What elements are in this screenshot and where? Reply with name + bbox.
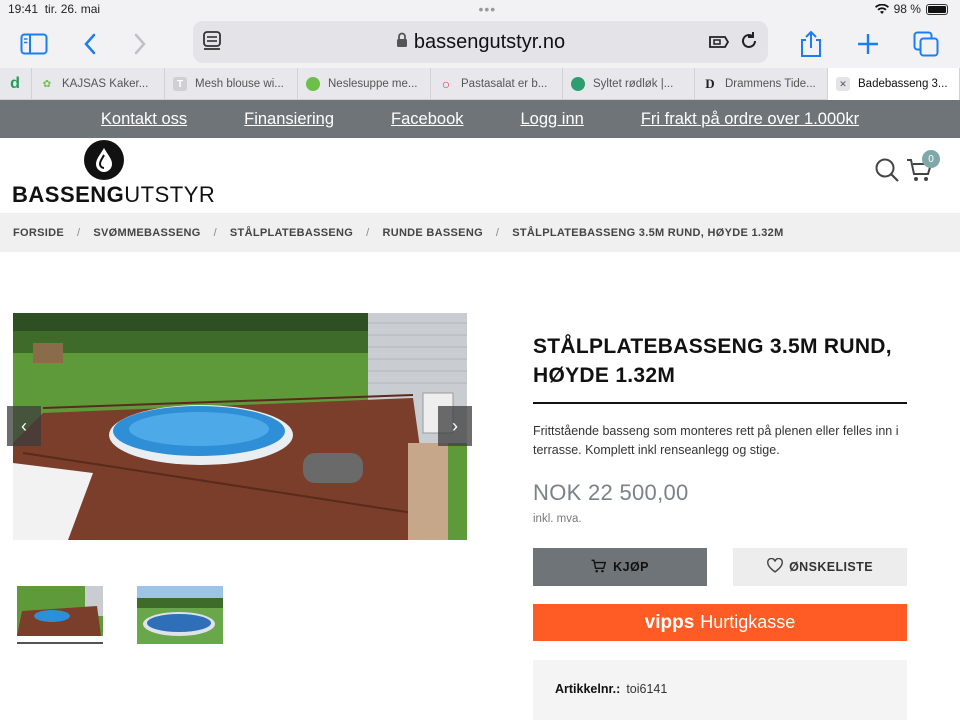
gallery-thumbnail-1[interactable]	[17, 586, 103, 644]
breadcrumb-current: STÅLPLATEBASSENG 3.5M RUND, HØYDE 1.32M	[512, 227, 784, 239]
vipps-logo: vipps	[644, 611, 695, 633]
back-icon[interactable]	[76, 30, 104, 58]
product-main-image[interactable]	[13, 313, 467, 540]
wishlist-label: ØNSKELISTE	[789, 560, 873, 574]
chevron-left-icon: ‹	[21, 415, 27, 436]
battery-icon	[925, 3, 948, 15]
nav-logg-inn[interactable]: Logg inn	[521, 110, 584, 129]
status-right: 98 %	[874, 2, 948, 16]
forward-icon[interactable]	[126, 30, 154, 58]
wishlist-button[interactable]: ØNSKELISTE	[733, 548, 907, 586]
battery-percent: 98 %	[893, 2, 921, 16]
buy-label: KJØP	[613, 560, 649, 574]
nav-facebook[interactable]: Facebook	[391, 110, 463, 129]
address-bar[interactable]: bassengutstyr.no	[193, 21, 768, 63]
tab-2[interactable]: T Mesh blouse wi...	[165, 68, 298, 100]
gallery-prev-button[interactable]: ‹	[7, 406, 41, 446]
product-title: STÅLPLATEBASSENG 3.5M RUND, HØYDE 1.32M	[533, 335, 892, 387]
tab-4[interactable]: ○ Pastasalat er b...	[431, 68, 563, 100]
site-logo[interactable]: BASSENGUTSTYR	[12, 140, 215, 210]
article-number: toi6141	[626, 682, 668, 696]
favicon: ●	[571, 77, 585, 91]
favicon: ✿	[42, 78, 52, 90]
tabs-overview-icon[interactable]	[912, 30, 940, 58]
article-label: Artikkelnr.:	[555, 682, 621, 696]
breadcrumb-separator: /	[366, 227, 370, 239]
tab-1[interactable]: ✿ KAJSAS Kaker...	[32, 68, 165, 100]
reader-icon[interactable]	[203, 31, 221, 57]
water-drop-icon	[84, 140, 124, 180]
tab-label: Neslesuppe me...	[328, 78, 418, 90]
product-price: NOK 22 500,00	[533, 480, 689, 505]
breadcrumb-separator: /	[213, 227, 217, 239]
gallery-next-button[interactable]: ›	[438, 406, 472, 446]
vat-note: inkl. mva.	[533, 513, 582, 525]
tab-6[interactable]: D Drammens Tide...	[695, 68, 828, 100]
breadcrumb-item[interactable]: RUNDE BASSENG	[382, 227, 482, 239]
nav-fri-frakt[interactable]: Fri frakt på ordre over 1.000kr	[641, 110, 859, 129]
lock-icon	[396, 32, 408, 52]
product-description: Frittstående basseng som monteres rett p…	[533, 424, 899, 457]
logo-wordmark: BASSENGUTSTYR	[12, 182, 215, 208]
status-date: tir. 26. mai	[44, 2, 101, 16]
title-divider	[533, 402, 907, 404]
vipps-label: Hurtigkasse	[700, 612, 796, 632]
breadcrumb-separator: /	[495, 227, 500, 239]
extension-icon[interactable]	[708, 32, 732, 58]
reload-icon[interactable]	[739, 31, 759, 57]
tab-label: Drammens Tide...	[725, 78, 816, 90]
share-icon[interactable]	[797, 30, 825, 58]
cart-icon	[591, 558, 607, 577]
tab-label: Mesh blouse wi...	[195, 78, 284, 90]
breadcrumb-item[interactable]: STÅLPLATEBASSENG	[230, 227, 353, 239]
tab-3[interactable]: ● Neslesuppe me...	[298, 68, 431, 100]
status-bar: 19:41 tir. 26. mai ••• 98 %	[0, 0, 960, 18]
buy-button[interactable]: KJØP	[533, 548, 707, 586]
vipps-express-button[interactable]: vipps Hurtigkasse	[533, 604, 907, 641]
battery-fill	[927, 5, 946, 13]
article-number-box: Artikkelnr.: toi6141	[533, 660, 907, 720]
logo-light: UTSTYR	[124, 182, 216, 207]
site-top-nav: Kontakt oss Finansiering Facebook Logg i…	[0, 100, 960, 138]
favicon: ○	[441, 76, 451, 92]
breadcrumb-item[interactable]: SVØMMEBASSENG	[93, 227, 200, 239]
status-time: 19:41	[8, 2, 39, 16]
tab-strip: d ✿ KAJSAS Kaker... T Mesh blouse wi... ● N…	[0, 68, 960, 100]
status-time-date: 19:41 tir. 26. mai	[8, 2, 100, 16]
new-tab-icon[interactable]	[854, 30, 882, 58]
logo-bold: BASSENG	[12, 182, 125, 207]
header-icons: 0	[874, 150, 940, 189]
tab-5[interactable]: ● Syltet rødløk |...	[563, 68, 695, 100]
favicon: d	[10, 75, 20, 92]
tab-label: Syltet rødløk |...	[593, 78, 674, 90]
breadcrumb: FORSIDE / SVØMMEBASSENG / STÅLPLATEBASSENG…	[0, 214, 960, 252]
tab-label: Badebasseng 3...	[858, 78, 948, 90]
tab-label: Pastasalat er b...	[461, 78, 548, 90]
favicon: D	[705, 76, 715, 91]
tab-0[interactable]: d	[0, 68, 32, 100]
browser-toolbar: bassengutstyr.no	[0, 18, 960, 68]
sidebar-icon[interactable]	[20, 30, 48, 58]
favicon: ●	[306, 77, 320, 91]
multitasking-dots[interactable]: •••	[478, 1, 496, 17]
gallery-thumbnail-2[interactable]	[137, 586, 223, 644]
url-text: bassengutstyr.no	[413, 30, 566, 53]
chevron-right-icon: ›	[452, 415, 458, 436]
search-icon[interactable]	[874, 157, 900, 188]
cart-icon[interactable]: 0	[906, 150, 940, 189]
wifi-icon	[874, 3, 889, 14]
cart-count-badge: 0	[922, 150, 940, 168]
favicon: T	[173, 77, 187, 91]
heart-icon	[767, 557, 783, 576]
close-tab-icon[interactable]: ✕	[836, 77, 850, 91]
breadcrumb-item[interactable]: FORSIDE	[13, 227, 64, 239]
tab-label: KAJSAS Kaker...	[62, 78, 149, 90]
nav-finansiering[interactable]: Finansiering	[244, 110, 334, 129]
nav-kontakt[interactable]: Kontakt oss	[101, 110, 187, 129]
tab-7-active[interactable]: ✕ Badebasseng 3...	[828, 68, 960, 100]
site-header: BASSENGUTSTYR 0	[0, 138, 960, 214]
breadcrumb-separator: /	[77, 227, 81, 239]
